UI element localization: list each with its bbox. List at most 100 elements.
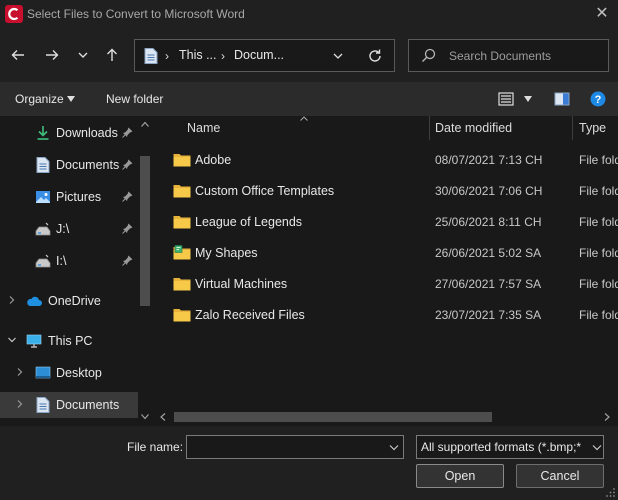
sidebar-item-label: Desktop: [56, 366, 102, 380]
sidebar-item-documents[interactable]: Documents: [0, 392, 138, 418]
dialog-footer: File name: All supported formats (*.bmp;…: [0, 426, 618, 500]
preview-pane-icon[interactable]: [554, 91, 570, 107]
file-name: Virtual Machines: [195, 277, 288, 291]
chevron-down-icon[interactable]: [7, 335, 17, 345]
up-button[interactable]: [101, 44, 123, 66]
scroll-down-icon[interactable]: [141, 414, 149, 420]
file-list-horizontal-scrollbar[interactable]: [152, 408, 618, 426]
chevron-down-icon[interactable]: [331, 49, 345, 63]
column-header-type[interactable]: Type: [579, 121, 606, 135]
file-name: Custom Office Templates: [195, 184, 335, 198]
organize-menu-button[interactable]: Organize: [15, 92, 64, 106]
sidebar-item-drive-i[interactable]: I:\: [0, 248, 138, 274]
file-type-value: All supported formats (*.bmp;*: [421, 440, 582, 454]
file-date: 26/06/2021 5:02 SA: [435, 246, 542, 260]
app-logo-icon: [5, 5, 23, 23]
table-row[interactable]: Virtual Machines 27/06/2021 7:57 SA File…: [169, 271, 618, 297]
table-row[interactable]: Zalo Received Files 23/07/2021 7:35 SA F…: [169, 302, 618, 328]
cloud-icon: [27, 296, 42, 306]
sidebar-item-this-pc[interactable]: This PC: [0, 328, 138, 354]
arrow-right-icon: [46, 50, 59, 60]
breadcrumb-documents[interactable]: Docum...: [234, 48, 284, 62]
column-divider[interactable]: [572, 116, 573, 140]
file-name: Adobe: [195, 153, 232, 167]
scroll-left-icon[interactable]: [160, 413, 166, 421]
sidebar-item-label: Documents: [56, 398, 120, 412]
caret-down-icon[interactable]: [524, 96, 532, 102]
navigation-pane-scrollbar[interactable]: [138, 116, 152, 426]
open-button[interactable]: Open: [416, 464, 504, 488]
scroll-right-icon[interactable]: [604, 413, 610, 421]
cancel-button[interactable]: Cancel: [516, 464, 604, 488]
document-icon: [36, 397, 50, 413]
resize-grip-icon[interactable]: [604, 486, 616, 498]
refresh-icon[interactable]: [367, 48, 383, 64]
navigation-pane: Downloads Documents Pictures J:\ I:\ One…: [0, 116, 152, 426]
file-name-input[interactable]: [187, 436, 383, 458]
scrollbar-thumb[interactable]: [174, 412, 492, 422]
file-type: File folder: [579, 308, 618, 322]
sidebar-item-desktop[interactable]: Desktop: [0, 360, 138, 386]
download-arrow-icon: [37, 126, 49, 140]
file-type-select[interactable]: All supported formats (*.bmp;*: [416, 435, 604, 459]
command-toolbar: Organize New folder ?: [0, 82, 618, 116]
folder-icon: [173, 185, 191, 198]
table-row[interactable]: League of Legends 25/06/2021 8:11 CH Fil…: [169, 209, 618, 235]
breadcrumb-this-pc[interactable]: This ...: [179, 48, 217, 62]
sidebar-item-label: I:\: [56, 254, 67, 268]
scroll-up-icon[interactable]: [141, 121, 149, 127]
column-header-date[interactable]: Date modified: [435, 121, 512, 135]
column-divider[interactable]: [429, 116, 430, 140]
window-title: Select Files to Convert to Microsoft Wor…: [27, 7, 245, 21]
pin-icon: [122, 255, 133, 266]
chevron-right-icon[interactable]: [7, 295, 17, 305]
table-row[interactable]: Custom Office Templates 30/06/2021 7:06 …: [169, 178, 618, 204]
arrow-left-icon: [11, 50, 24, 60]
sort-ascending-icon: [300, 116, 308, 121]
sidebar-item-pictures[interactable]: Pictures: [0, 184, 138, 210]
breadcrumb-separator: ›: [221, 49, 225, 63]
help-icon[interactable]: ?: [590, 91, 606, 107]
view-details-icon[interactable]: [498, 91, 514, 107]
search-icon: [422, 48, 436, 62]
chevron-down-icon[interactable]: [389, 444, 399, 451]
folder-icon: [173, 216, 191, 229]
table-row[interactable]: Adobe 08/07/2021 7:13 CH File folder: [169, 147, 618, 173]
pin-icon: [122, 127, 133, 138]
document-icon: [36, 157, 50, 173]
search-box[interactable]: Search Documents: [408, 39, 609, 72]
column-header-name[interactable]: Name: [187, 121, 220, 135]
chevron-right-icon[interactable]: [15, 399, 25, 409]
recent-locations-button[interactable]: [72, 44, 94, 66]
chevron-down-icon: [78, 52, 88, 58]
sidebar-item-documents-quick[interactable]: Documents: [0, 152, 138, 178]
file-name-combobox[interactable]: [186, 435, 404, 459]
chevron-right-icon[interactable]: [15, 367, 25, 377]
file-name: League of Legends: [195, 215, 303, 229]
close-window-button[interactable]: ✕: [592, 4, 612, 24]
file-list: Name Date modified Type Adobe 08/07/2021…: [152, 116, 618, 426]
chevron-down-icon[interactable]: [592, 444, 602, 451]
new-folder-button[interactable]: New folder: [106, 92, 163, 106]
file-type: File folder: [579, 277, 618, 291]
sidebar-item-downloads[interactable]: Downloads: [0, 120, 138, 146]
arrow-up-icon: [107, 48, 117, 61]
sidebar-item-onedrive[interactable]: OneDrive: [0, 288, 138, 314]
scrollbar-thumb[interactable]: [140, 156, 150, 306]
file-date: 30/06/2021 7:06 CH: [435, 184, 543, 198]
sidebar-item-label: Downloads: [56, 126, 118, 140]
file-name: My Shapes: [195, 246, 258, 260]
back-button[interactable]: [7, 44, 29, 66]
file-date: 25/06/2021 8:11 CH: [435, 215, 542, 229]
table-row[interactable]: My Shapes 26/06/2021 5:02 SA File folder: [169, 240, 618, 266]
forward-button[interactable]: [41, 44, 63, 66]
document-icon: [144, 48, 158, 64]
sidebar-item-label: OneDrive: [48, 294, 101, 308]
sidebar-item-label: Pictures: [56, 190, 102, 204]
address-bar[interactable]: › This ... › Docum...: [134, 39, 395, 72]
sidebar-item-drive-j[interactable]: J:\: [0, 216, 138, 242]
file-type: File folder: [579, 246, 618, 260]
folder-icon: [173, 278, 191, 291]
pin-icon: [122, 223, 133, 234]
navigation-bar: › This ... › Docum... Search Documents: [0, 30, 618, 82]
